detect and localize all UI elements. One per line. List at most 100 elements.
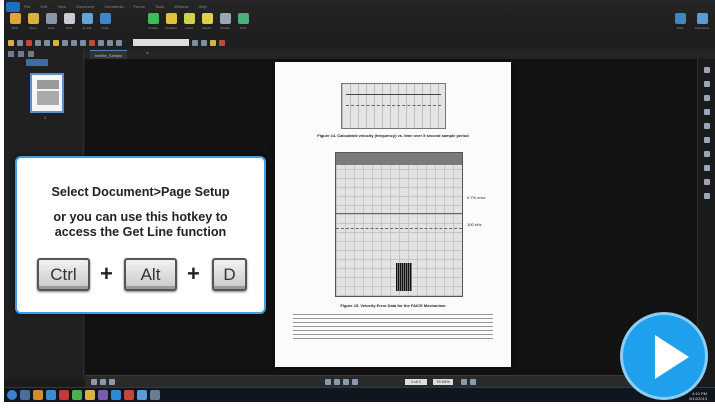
menu-tab-view[interactable]: View xyxy=(57,2,66,12)
curve-tool-icon[interactable] xyxy=(703,95,710,101)
strike-icon[interactable] xyxy=(219,39,225,46)
last-page-icon[interactable] xyxy=(352,379,358,385)
zoom-tool-icon[interactable] xyxy=(35,39,41,46)
menu-tab-window[interactable]: Window xyxy=(174,2,188,12)
zoom-out-icon[interactable] xyxy=(461,379,467,385)
pdf-page[interactable]: Figure 14. Calculated velocity (frequenc… xyxy=(275,62,511,367)
velocity-figure xyxy=(341,83,446,129)
print-button[interactable]: Print xyxy=(62,13,76,30)
polygon-tool-icon[interactable] xyxy=(703,109,710,115)
document-tab[interactable]: testfile_Sample xyxy=(90,50,128,59)
insert-button[interactable]: Insert xyxy=(182,13,196,30)
stamp-tool-icon[interactable] xyxy=(89,39,95,46)
create-icon xyxy=(147,13,159,24)
line-tool-icon[interactable] xyxy=(107,39,113,46)
figure-threshold-line xyxy=(336,228,462,229)
page-thumbnail[interactable] xyxy=(30,73,64,113)
sound-icon[interactable] xyxy=(703,193,710,199)
facing-icon[interactable] xyxy=(109,379,115,385)
redact-button[interactable]: Redact xyxy=(218,13,232,30)
combine-button[interactable]: Combine xyxy=(164,13,178,30)
play-button[interactable] xyxy=(620,312,708,400)
figure-waveform xyxy=(346,94,441,106)
snapshot-tool-icon[interactable] xyxy=(44,39,50,46)
taskbar-app-icon[interactable] xyxy=(33,390,43,400)
menu-tab-comments[interactable]: Comments xyxy=(104,2,123,12)
menu-tab-help[interactable]: Help xyxy=(198,2,206,12)
tools-pane-button[interactable]: Tools xyxy=(673,13,687,30)
italic-icon[interactable] xyxy=(201,39,207,46)
hand-tool-icon[interactable] xyxy=(8,39,14,46)
undo-button[interactable]: Undo xyxy=(98,13,112,30)
eraser-icon[interactable] xyxy=(703,165,710,171)
measure-tool-icon[interactable] xyxy=(98,39,104,46)
find-button[interactable]: Find xyxy=(236,13,250,30)
taskbar-app-icon[interactable] xyxy=(98,390,108,400)
close-tab-icon[interactable]: × xyxy=(146,50,149,59)
app-menu-button[interactable] xyxy=(6,2,20,12)
menu-tab-tools[interactable]: Tools xyxy=(155,2,164,12)
rotate-tool-icon[interactable] xyxy=(62,39,68,46)
text-box-icon[interactable] xyxy=(703,137,710,143)
redact-icon xyxy=(219,13,231,24)
color-icon[interactable] xyxy=(210,39,216,46)
figure-noise-burst xyxy=(396,263,412,291)
arrow-tool-icon[interactable] xyxy=(703,81,710,87)
single-page-icon[interactable] xyxy=(91,379,97,385)
zoom-field[interactable]: 79.54% xyxy=(433,379,453,385)
taskbar-app-icon[interactable] xyxy=(137,390,147,400)
fit-width-icon[interactable] xyxy=(80,39,86,46)
taskbar-clock[interactable]: 4:10 PM 5/14/2013 xyxy=(689,391,707,401)
cloud-tool-icon[interactable] xyxy=(703,123,710,129)
taskbar-app-icon[interactable] xyxy=(59,390,69,400)
panel-grid-icon[interactable] xyxy=(28,51,34,57)
menu-tab-file[interactable]: File xyxy=(24,2,30,12)
save-button[interactable]: Save xyxy=(44,13,58,30)
email-icon xyxy=(81,13,93,24)
new-button[interactable]: New xyxy=(8,13,22,30)
callout-tool-icon[interactable] xyxy=(703,151,710,157)
panel-delete-icon[interactable] xyxy=(18,51,24,57)
pen-tool-icon[interactable] xyxy=(703,67,710,73)
previous-page-icon[interactable] xyxy=(334,379,340,385)
document-tab-strip: testfile_Sample × xyxy=(4,49,715,59)
comments-pane-button[interactable]: Comments xyxy=(695,13,709,30)
taskbar-app-icon[interactable] xyxy=(124,390,134,400)
taskbar-app-icon[interactable] xyxy=(46,390,56,400)
thumbnails-tab[interactable] xyxy=(26,59,48,66)
create-tool-group: Create Combine Insert Export Redact Find xyxy=(146,13,250,30)
shape-tool-icon[interactable] xyxy=(116,39,122,46)
figure-annotation: 100 kHz xyxy=(467,222,482,227)
select-tool-icon[interactable] xyxy=(17,39,23,46)
create-button[interactable]: Create xyxy=(146,13,160,30)
taskbar-app-icon[interactable] xyxy=(150,390,160,400)
page-number-field[interactable]: 1 of 1 xyxy=(405,379,427,385)
note-tool-icon[interactable] xyxy=(53,39,59,46)
error-figure xyxy=(335,152,463,297)
font-field[interactable] xyxy=(133,39,189,46)
thumbnail-figure xyxy=(37,91,59,105)
attach-icon[interactable] xyxy=(703,179,710,185)
fit-page-icon[interactable] xyxy=(71,39,77,46)
taskbar-app-icon[interactable] xyxy=(72,390,82,400)
right-toolbar xyxy=(697,59,715,375)
start-button-icon[interactable] xyxy=(7,390,17,400)
panel-tools xyxy=(8,51,34,57)
highlight-tool-icon[interactable] xyxy=(26,39,32,46)
taskbar: 4:10 PM 5/14/2013 xyxy=(4,387,715,402)
taskbar-app-icon[interactable] xyxy=(20,390,30,400)
menu-tab-edit[interactable]: Edit xyxy=(40,2,47,12)
continuous-icon[interactable] xyxy=(100,379,106,385)
open-button[interactable]: Open xyxy=(26,13,40,30)
first-page-icon[interactable] xyxy=(325,379,331,385)
bold-icon[interactable] xyxy=(192,39,198,46)
zoom-in-icon[interactable] xyxy=(470,379,476,385)
panel-options-icon[interactable] xyxy=(8,51,14,57)
email-button[interactable]: E-mail xyxy=(80,13,94,30)
next-page-icon[interactable] xyxy=(343,379,349,385)
menu-tab-document[interactable]: Document xyxy=(76,2,94,12)
taskbar-app-icon[interactable] xyxy=(111,390,121,400)
export-button[interactable]: Export xyxy=(200,13,214,30)
menu-tab-forms[interactable]: Forms xyxy=(134,2,145,12)
taskbar-app-icon[interactable] xyxy=(85,390,95,400)
